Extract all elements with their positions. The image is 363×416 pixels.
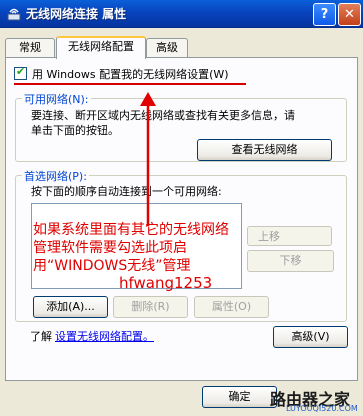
watermark-sub: LUYOUQI520.COM: [286, 404, 358, 413]
tab-general[interactable]: 常规: [5, 38, 55, 57]
properties-button[interactable]: 属性(O): [194, 296, 269, 318]
move-up-label: 上移: [258, 230, 280, 243]
window-title: 无线网络连接 属性: [26, 7, 127, 21]
help-icon: ?: [320, 7, 329, 22]
view-wireless-networks-button[interactable]: 查看无线网络: [197, 139, 332, 161]
advanced-button[interactable]: 高级(V): [273, 326, 348, 348]
remove-button[interactable]: 删除(R): [113, 296, 188, 318]
move-down-button[interactable]: 下移: [247, 250, 334, 272]
help-button[interactable]: ?: [313, 3, 336, 26]
checkbox-box[interactable]: ✔: [14, 65, 27, 80]
close-icon: ✕: [344, 7, 355, 22]
site-watermark: 路由器之家 LUYOUQI520.COM: [258, 386, 363, 416]
annotation-text: 如果系统里面有其它的无线网络管理软件需要勾选此项启用“WINDOWS无线”管理: [33, 222, 229, 274]
checkmark-icon: ✔: [16, 65, 26, 78]
learn-prefix: 了解: [30, 330, 52, 343]
close-button[interactable]: ✕: [338, 3, 361, 26]
properties-window: 无线网络连接 属性 ? ✕ 常规 无线网络配置 高级 ✔ 用 Windows 配…: [0, 0, 363, 416]
available-desc-line1: 要连接、断开区域内无线网络或查找有关更多信息，请: [31, 109, 295, 122]
move-up-button[interactable]: 上移: [247, 226, 332, 246]
tab-wireless-networks[interactable]: 无线网络配置: [56, 36, 146, 59]
learn-link[interactable]: 设置无线网络配置。: [55, 329, 154, 344]
checkbox-label: 用 Windows 配置我的无线网络设置(W): [32, 68, 229, 81]
red-underline-annotation: [14, 83, 246, 85]
available-networks-title: 可用网络(N):: [22, 91, 91, 107]
annotation-author: hfwang1253: [119, 274, 213, 292]
preferred-desc: 按下面的顺序自动连接到一个可用网络:: [31, 185, 222, 198]
add-button[interactable]: 添加(A)...: [33, 296, 108, 318]
move-down-label: 下移: [279, 254, 302, 267]
available-desc-line2: 单击下面的按钮。: [31, 124, 119, 137]
title-bar: 无线网络连接 属性 ? ✕: [0, 0, 363, 28]
red-arrow-annotation: [140, 92, 156, 226]
tab-advanced[interactable]: 高级: [146, 38, 188, 57]
network-icon: [7, 8, 21, 21]
preferred-networks-title: 首选网络(P):: [22, 168, 89, 184]
